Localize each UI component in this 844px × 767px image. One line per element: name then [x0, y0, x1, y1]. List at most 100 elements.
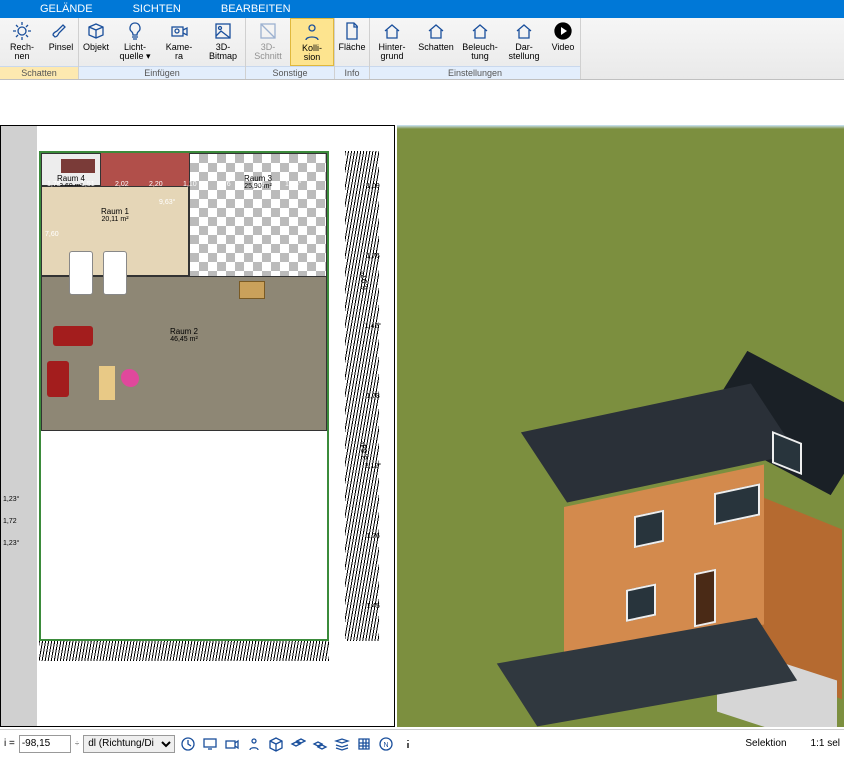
house-icon	[470, 21, 490, 41]
ribbon-hinter-button[interactable]: Hinter-grund	[370, 18, 414, 66]
person-icon[interactable]	[245, 735, 263, 753]
direction-select[interactable]: dl (Richtung/Di	[83, 735, 175, 753]
ribbon-flche-button[interactable]: Fläche	[335, 18, 369, 66]
ribbon-rech-button[interactable]: Rech-nen	[0, 18, 44, 66]
status-bar: i = ÷ dl (Richtung/Di N Selektion 1:1 se…	[0, 729, 844, 757]
ribbon-dar-button[interactable]: Dar-stellung	[502, 18, 546, 66]
ribbon-objekt-button[interactable]: Objekt	[79, 18, 113, 66]
dim-label: 1,42°	[365, 323, 381, 330]
btn-label: stellung	[508, 52, 539, 61]
camera-icon	[169, 21, 189, 41]
ribbon-d-button[interactable]: 3D-Bitmap	[201, 18, 245, 66]
svg-text:N: N	[384, 742, 389, 749]
furniture-lamp[interactable]	[121, 369, 139, 387]
ribbon-group: Hinter-grund Schatten Beleuch-tungDar-stel…	[370, 18, 581, 79]
dim-label: 1,23°	[3, 540, 19, 547]
furniture-sofa[interactable]	[53, 326, 93, 346]
btn-label: quelle ▾	[119, 52, 150, 61]
building-plot: Raum 4 2,69 m² Raum 1 20,11 m² Raum 3 25…	[39, 151, 329, 641]
dim-label: 9,63°	[159, 199, 175, 206]
cube-icon	[86, 21, 106, 41]
btn-label: nen	[14, 52, 29, 61]
window-icon	[714, 483, 760, 525]
ribbon-video-button[interactable]: Video	[546, 18, 580, 66]
box-icon[interactable]	[267, 735, 285, 753]
sun-icon	[12, 21, 32, 41]
dim-label: 2,20	[149, 181, 163, 188]
room-2[interactable]: Raum 2 46,45 m²	[41, 276, 327, 431]
menu-sichten[interactable]: SICHTEN	[133, 3, 181, 15]
btn-label: Pinsel	[49, 43, 74, 52]
dim-label: 1,09	[366, 183, 380, 190]
house-icon	[426, 21, 446, 41]
display-icon[interactable]	[201, 735, 219, 753]
menu-bearbeiten[interactable]: BEARBEITEN	[221, 3, 291, 15]
room-name: Raum 1	[101, 207, 129, 216]
menu-gelaende[interactable]: GELÄNDE	[40, 3, 93, 15]
plan-2d-viewport[interactable]: 1,23° 1,72 1,23° Raum 4 2,69 m² Raum 1 2…	[0, 125, 395, 727]
dim-label: 1,76	[251, 181, 265, 188]
spinner-icon[interactable]: ÷	[75, 739, 79, 748]
ribbon-d-button: 3D-Schnitt	[246, 18, 290, 66]
dim-label: 1,45	[366, 603, 380, 610]
camera-icon[interactable]	[223, 735, 241, 753]
workarea: 1,23° 1,72 1,23° Raum 4 2,69 m² Raum 1 2…	[0, 125, 844, 727]
bulb-icon	[125, 21, 145, 41]
furniture-lounger[interactable]	[103, 251, 127, 295]
3d-viewport[interactable]	[397, 125, 844, 727]
window-icon	[626, 583, 656, 621]
sky-background	[397, 125, 844, 129]
grid-icon[interactable]	[355, 735, 373, 753]
ribbon-group-label: Schatten	[0, 66, 78, 79]
north-icon[interactable]: N	[377, 735, 395, 753]
furniture-sofa[interactable]	[47, 361, 69, 397]
info-icon[interactable]	[399, 735, 417, 753]
btn-label: Schnitt	[254, 52, 282, 61]
history-icon[interactable]	[179, 735, 197, 753]
btn-label: Objekt	[83, 43, 109, 52]
ribbon-beleuch-button[interactable]: Beleuch-tung	[458, 18, 502, 66]
house-icon	[382, 21, 402, 41]
dim-label: 1,76	[217, 181, 231, 188]
dim-label: 7,60	[45, 231, 59, 238]
furniture-rug[interactable]	[99, 366, 115, 400]
house-icon	[514, 21, 534, 41]
status-selection: Selektion	[745, 738, 786, 749]
status-scale: 1:1 sel	[811, 738, 840, 749]
furniture-bench[interactable]	[61, 159, 95, 173]
furniture-lounger[interactable]	[69, 251, 93, 295]
house-model[interactable]	[524, 367, 814, 667]
layers-icon[interactable]	[333, 735, 351, 753]
dim-label: 3,84°	[360, 441, 369, 460]
room-area: 20,11 m²	[42, 216, 188, 223]
dim-label: 2,02	[115, 181, 129, 188]
ribbon-pinsel-button[interactable]: Pinsel	[44, 18, 78, 66]
hedge-icon	[39, 641, 329, 661]
ribbon-kolli-button[interactable]: Kolli-sion	[290, 18, 334, 66]
ribbon-group-label: Sonstige	[246, 66, 334, 79]
btn-label: ra	[175, 52, 183, 61]
furniture-table[interactable]	[239, 281, 265, 299]
plan-left-margin: 1,23° 1,72 1,23°	[1, 126, 37, 726]
btn-label: Bitmap	[209, 52, 237, 61]
doc-icon	[342, 21, 362, 41]
boxes-icon[interactable]	[311, 735, 329, 753]
btn-label: Schatten	[418, 43, 454, 52]
cut-icon	[258, 21, 278, 41]
main-menu-bar: GELÄNDE SICHTEN BEARBEITEN	[0, 0, 844, 18]
ribbon-group: Rech-nen Pinsel Schatten	[0, 18, 79, 79]
coord-input[interactable]	[19, 735, 71, 753]
boxes-icon[interactable]	[289, 735, 307, 753]
btn-label: sion	[304, 53, 321, 62]
ribbon-schatten-button[interactable]: Schatten	[414, 18, 458, 66]
ribbon-group: ObjektLicht-quelle ▾Kame-ra3D-BitmapEinf…	[79, 18, 246, 79]
btn-label: grund	[380, 52, 403, 61]
garage-model[interactable]	[517, 637, 817, 727]
dim-label: 1,10	[183, 181, 197, 188]
dim-label: 1,78	[366, 393, 380, 400]
dim-label: 1,23°	[3, 496, 19, 503]
dim-label: 1,78	[47, 181, 61, 188]
field-label: i =	[4, 738, 15, 749]
ribbon-licht-button[interactable]: Licht-quelle ▾	[113, 18, 157, 66]
ribbon-kame-button[interactable]: Kame-ra	[157, 18, 201, 66]
